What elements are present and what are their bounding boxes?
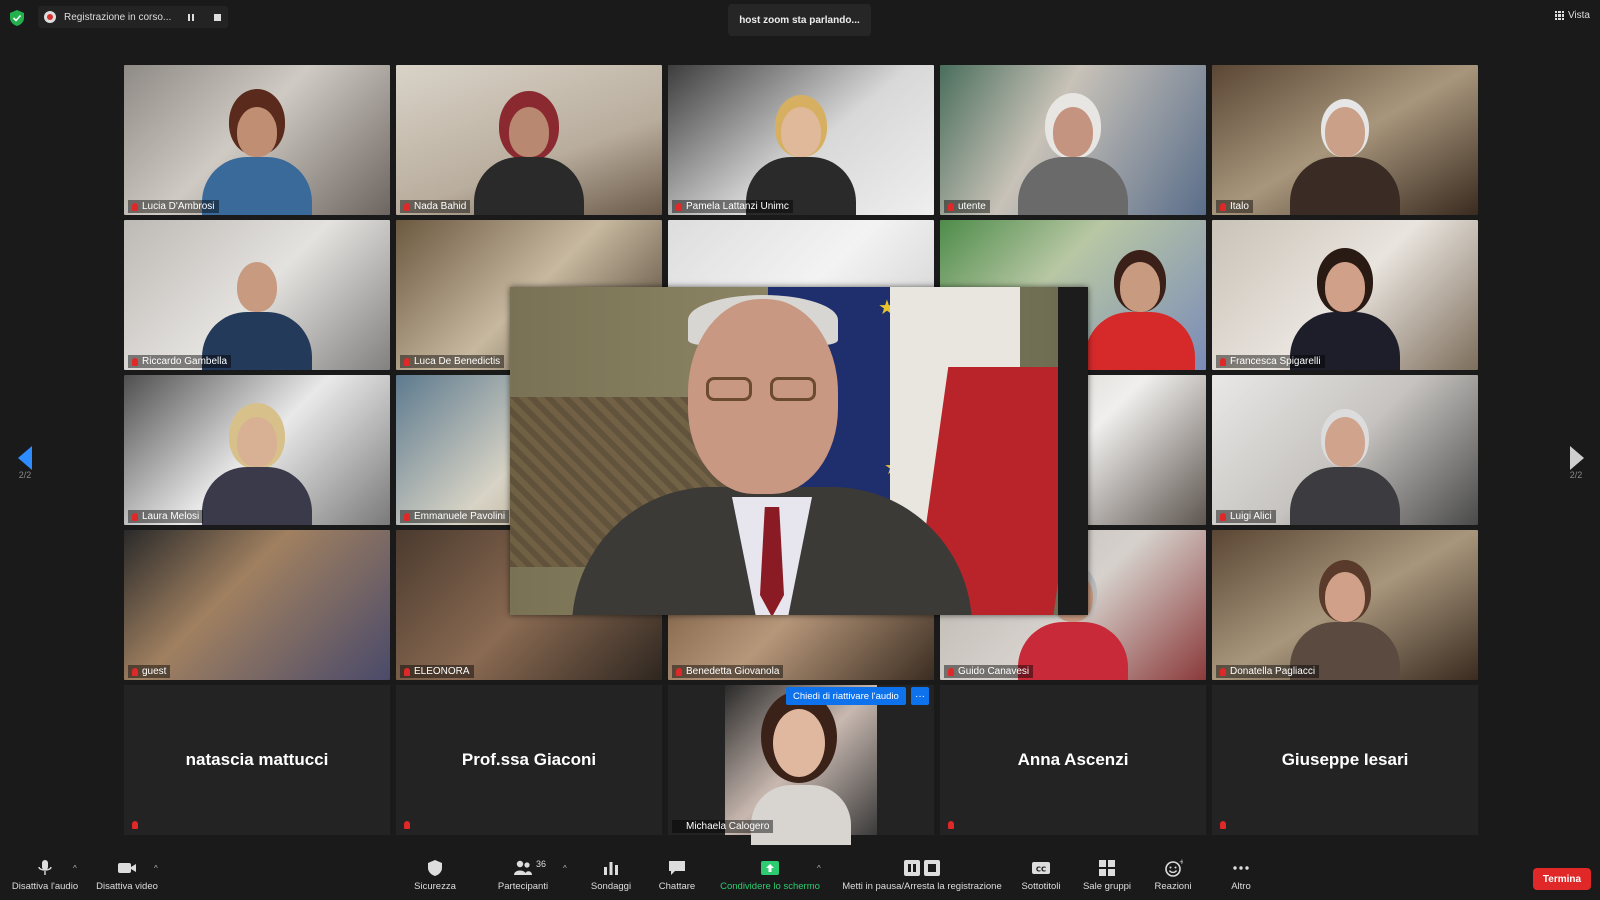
muted-mic-icon	[1220, 821, 1226, 829]
participant-video	[1290, 405, 1400, 525]
participant-video	[474, 95, 584, 215]
participant-name: Nada Bahid	[400, 200, 471, 213]
participant-video	[202, 95, 312, 215]
participant-name: guest	[128, 665, 171, 678]
video-tile[interactable]: Pamela Lattanzi Unimc	[668, 65, 934, 215]
muted-mic-icon	[948, 821, 954, 829]
tile-more-button[interactable]: ···	[911, 687, 929, 705]
stop-video-button[interactable]: Disattiva video	[82, 859, 172, 892]
participant-video	[1290, 95, 1400, 215]
participant-name: Laura Melosi	[128, 510, 204, 523]
name-only-tile[interactable]: natascia mattucci	[124, 685, 390, 835]
video-tile[interactable]: Michaela Calogero	[668, 685, 934, 845]
end-meeting-button[interactable]: Termina	[1533, 868, 1591, 890]
participant-display-name: natascia mattucci	[185, 750, 329, 769]
participants-count: 36	[536, 859, 547, 869]
closed-captions-icon: CC	[1032, 862, 1050, 874]
bottom-toolbar: Disattiva l'audio ^ Disattiva video ^ Si…	[0, 851, 1600, 900]
video-tile[interactable]: Lucia D'Ambrosi	[124, 65, 390, 215]
view-label: Vista	[1567, 10, 1590, 21]
participants-icon	[514, 860, 532, 875]
name-only-tile[interactable]: Giuseppe Iesari	[1212, 685, 1478, 835]
ask-unmute-button[interactable]: Chiedi di riattivare l'audio	[786, 687, 906, 705]
muted-mic-icon	[132, 821, 138, 829]
pause-icon	[188, 13, 194, 21]
page-indicator-right: 2/2	[1569, 470, 1583, 480]
participant-name: Guido Canavesi	[944, 665, 1034, 678]
active-speaker-video[interactable]: ★ ★ ★	[510, 287, 1088, 615]
name-only-tile[interactable]: Prof.ssa Giaconi	[396, 685, 662, 835]
participant-video	[1290, 560, 1400, 680]
pause-stop-recording-button[interactable]: Metti in pausa/Arresta la registrazione	[832, 859, 1012, 892]
participant-display-name: Prof.ssa Giaconi	[461, 750, 597, 769]
more-dots-icon	[1233, 866, 1249, 870]
participant-name: Emmanuele Pavolini	[400, 510, 510, 523]
stop-recording-button[interactable]	[210, 10, 224, 24]
video-options-chevron-icon[interactable]: ^	[154, 864, 158, 873]
shield-icon[interactable]	[10, 10, 24, 26]
chat-button[interactable]: Chattare	[632, 859, 722, 892]
participant-video	[1084, 250, 1195, 370]
participant-name: Benedetta Giovanola	[672, 665, 784, 678]
record-icon	[44, 11, 56, 23]
share-screen-button[interactable]: Condividere lo schermo	[720, 859, 820, 892]
reactions-smiley-icon: +	[1165, 859, 1183, 877]
participant-name: utente	[944, 200, 990, 213]
security-button[interactable]: Sicurezza	[390, 859, 480, 892]
name-only-tile[interactable]: Anna Ascenzi	[940, 685, 1206, 835]
page-indicator-left: 2/2	[18, 470, 32, 480]
view-button[interactable]: Vista	[1554, 10, 1590, 21]
participant-display-name: Anna Ascenzi	[1017, 750, 1129, 769]
video-tile[interactable]: Laura Melosi	[124, 375, 390, 525]
breakout-rooms-icon	[1099, 860, 1115, 876]
stop-icon	[213, 13, 221, 21]
share-screen-icon	[761, 861, 779, 875]
video-tile[interactable]: utente	[940, 65, 1206, 215]
participant-name: Lucia D'Ambrosi	[128, 200, 219, 213]
participant-display-name: Giuseppe Iesari	[1281, 750, 1409, 769]
participant-name: Italo	[1216, 200, 1253, 213]
video-tile[interactable]: Francesca Spigarelli	[1212, 220, 1478, 370]
grid-icon	[1554, 11, 1564, 20]
participant-name: ELEONORA	[400, 665, 474, 678]
participant-name: Donatella Pagliacci	[1216, 665, 1320, 678]
participant-video	[202, 250, 312, 370]
video-tile[interactable]: Italo	[1212, 65, 1478, 215]
speaking-indicator: host zoom sta parlando...	[728, 4, 871, 36]
pause-icon	[904, 860, 920, 876]
participant-name: Luca De Benedictis	[400, 355, 505, 368]
svg-text:CC: CC	[1036, 866, 1046, 874]
muted-mic-icon	[404, 821, 410, 829]
security-shield-icon	[428, 860, 442, 876]
audio-options-chevron-icon[interactable]: ^	[73, 864, 77, 873]
video-camera-icon	[118, 863, 136, 873]
microphone-icon	[38, 860, 52, 875]
stop-icon	[924, 860, 940, 876]
share-options-chevron-icon[interactable]: ^	[817, 864, 821, 873]
participant-name: Michaela Calogero	[672, 820, 774, 833]
participant-video	[202, 405, 312, 525]
video-tile[interactable]: Nada Bahid	[396, 65, 662, 215]
participant-name: Luigi Alici	[1216, 510, 1276, 523]
participant-video	[1290, 250, 1400, 370]
recording-indicator: Registrazione in corso...	[38, 6, 228, 28]
video-tile[interactable]: Riccardo Gambella	[124, 220, 390, 370]
participant-name: Pamela Lattanzi Unimc	[672, 200, 793, 213]
svg-text:+: +	[1179, 859, 1183, 866]
video-tile[interactable]: Luigi Alici	[1212, 375, 1478, 525]
top-bar: Registrazione in corso... host zoom sta …	[0, 0, 1600, 36]
participant-name: Francesca Spigarelli	[1216, 355, 1325, 368]
participant-photo	[725, 685, 877, 845]
polls-chart-icon	[604, 862, 618, 875]
participant-video	[1018, 95, 1128, 215]
participant-video	[746, 95, 856, 215]
pause-recording-button[interactable]	[184, 10, 198, 24]
participant-name: Riccardo Gambella	[128, 355, 232, 368]
video-tile[interactable]: guest	[124, 530, 390, 680]
recording-label: Registrazione in corso...	[64, 11, 172, 23]
participants-button[interactable]: Partecipanti	[478, 859, 568, 892]
chat-bubble-icon	[669, 861, 685, 875]
more-button[interactable]: Altro	[1196, 859, 1286, 892]
video-tile[interactable]: Donatella Pagliacci	[1212, 530, 1478, 680]
